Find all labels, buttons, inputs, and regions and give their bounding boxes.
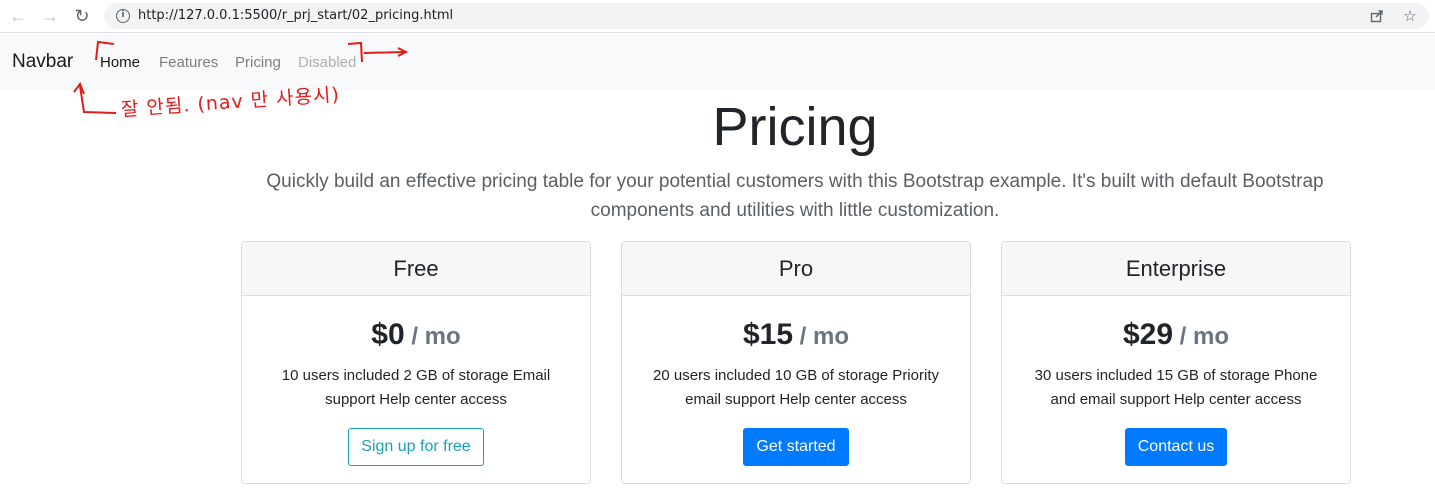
contact-us-button[interactable]: Contact us	[1124, 428, 1228, 466]
card-price: $29 / mo	[1002, 317, 1350, 355]
nav-link-pricing[interactable]: Pricing	[235, 54, 281, 71]
card-description: 20 users included 10 GB of storage Prior…	[653, 367, 939, 408]
pricing-card-free: Free $0 / mo 10 users included 2 GB of s…	[241, 241, 591, 484]
card-price: $15 / mo	[622, 317, 970, 355]
card-price: $0 / mo	[242, 317, 590, 355]
nav-link-home[interactable]: Home	[100, 54, 140, 71]
sign-up-button[interactable]: Sign up for free	[348, 428, 484, 466]
back-arrow-icon[interactable]: ←	[6, 5, 30, 27]
pricing-card-enterprise: Enterprise $29 / mo 30 users included 15…	[1001, 241, 1351, 484]
nav-link-features[interactable]: Features	[159, 54, 218, 71]
reload-icon[interactable]: ↻	[70, 5, 94, 27]
page-title: Pricing	[712, 97, 878, 157]
card-title: Enterprise	[1002, 242, 1350, 296]
price-amount: $0	[371, 318, 405, 351]
address-bar[interactable]: i http://127.0.0.1:5500/r_prj_start/02_p…	[104, 3, 1429, 29]
card-title: Free	[242, 242, 590, 296]
browser-toolbar: ← → ↻ i http://127.0.0.1:5500/r_prj_star…	[0, 0, 1435, 33]
share-icon[interactable]	[1367, 6, 1387, 26]
card-description: 10 users included 2 GB of storage Email …	[281, 367, 551, 408]
card-description: 30 users included 15 GB of storage Phone…	[1034, 367, 1318, 408]
forward-arrow-icon[interactable]: →	[38, 5, 62, 27]
price-amount: $15	[742, 318, 794, 351]
price-amount: $29	[1122, 318, 1174, 351]
card-title: Pro	[622, 242, 970, 296]
price-period: / mo	[1173, 323, 1230, 350]
navbar: Navbar Home Features Pricing Disabled	[0, 34, 1435, 90]
navbar-brand[interactable]: Navbar	[12, 51, 73, 73]
price-period: / mo	[404, 323, 461, 350]
url-text[interactable]: http://127.0.0.1:5500/r_prj_start/02_pri…	[138, 8, 453, 23]
page-lead: Quickly build an effective pricing table…	[266, 171, 1324, 221]
pricing-card-pro: Pro $15 / mo 20 users included 10 GB of …	[621, 241, 971, 484]
bookmark-star-icon[interactable]: ☆	[1400, 6, 1420, 26]
price-period: / mo	[793, 323, 850, 350]
get-started-button[interactable]: Get started	[743, 428, 849, 466]
nav-link-disabled: Disabled	[298, 54, 357, 71]
info-icon[interactable]: i	[116, 9, 130, 23]
